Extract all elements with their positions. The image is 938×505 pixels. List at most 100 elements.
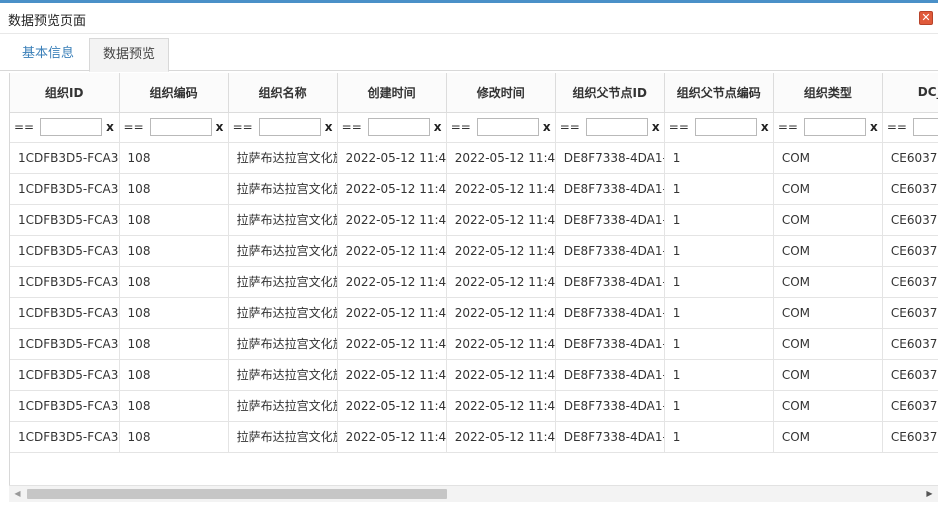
table-cell: 1 <box>664 266 774 298</box>
horizontal-scrollbar[interactable]: ◀ ▶ <box>9 485 938 502</box>
close-icon[interactable]: ✕ <box>919 11 933 25</box>
filter-input[interactable] <box>803 118 866 136</box>
table-cell: 1 <box>664 297 774 329</box>
table-cell: 拉萨布达拉宫文化旅游 <box>228 390 338 422</box>
table-cell: 1 <box>664 328 774 360</box>
table-cell: CE6037E <box>882 235 938 267</box>
table-cell: 1 <box>664 204 774 236</box>
filter-clear-button[interactable]: x <box>214 120 226 134</box>
filter-operator: == <box>232 120 253 134</box>
table-cell: COM <box>773 142 883 174</box>
filter-cell: == x <box>228 112 338 143</box>
window-title: 数据预览页面 <box>8 14 87 29</box>
filter-clear-button[interactable]: x <box>541 120 553 134</box>
filter-input[interactable] <box>40 118 102 136</box>
table-cell: COM <box>773 421 883 453</box>
filter-operator: == <box>14 120 35 134</box>
table-cell: COM <box>773 204 883 236</box>
table-row[interactable]: 1CDFB3D5-FCA3-4108拉萨布达拉宫文化旅游2022-05-12 1… <box>10 390 938 422</box>
table-row[interactable]: 1CDFB3D5-FCA3-4108拉萨布达拉宫文化旅游2022-05-12 1… <box>10 204 938 236</box>
table-cell: 1 <box>664 142 774 174</box>
table-cell: 1CDFB3D5-FCA3-4 <box>10 359 120 391</box>
filter-input[interactable] <box>258 118 321 136</box>
column-header[interactable]: 组织类型 <box>773 73 883 113</box>
table-cell: 拉萨布达拉宫文化旅游 <box>228 328 338 360</box>
table-cell: COM <box>773 359 883 391</box>
table-cell: 2022-05-12 11:45 <box>337 328 447 360</box>
scrollbar-thumb[interactable] <box>27 489 447 499</box>
filter-cell: == x <box>119 112 229 143</box>
table-cell: COM <box>773 266 883 298</box>
filter-cell: == x <box>773 112 883 143</box>
arrow-right-icon[interactable]: ▶ <box>921 486 938 502</box>
filter-input[interactable] <box>585 118 648 136</box>
filter-clear-button[interactable]: x <box>868 120 880 134</box>
table-cell: 2022-05-12 11:45 <box>337 204 447 236</box>
filter-input[interactable] <box>149 118 212 136</box>
table-cell: 2022-05-12 11:45 <box>446 204 556 236</box>
table-cell: DE8F7338-4DA1-4 <box>555 235 665 267</box>
table-cell: 1 <box>664 421 774 453</box>
table-cell: 1CDFB3D5-FCA3-4 <box>10 297 120 329</box>
table-cell: CE6037E <box>882 421 938 453</box>
table-cell: CE6037E <box>882 266 938 298</box>
table-row[interactable]: 1CDFB3D5-FCA3-4108拉萨布达拉宫文化旅游2022-05-12 1… <box>10 142 938 174</box>
tab-basic-info[interactable]: 基本信息 <box>8 38 88 71</box>
table-cell: 2022-05-12 11:45 <box>337 173 447 205</box>
column-header[interactable]: DC_BI <box>882 73 938 113</box>
table-row[interactable]: 1CDFB3D5-FCA3-4108拉萨布达拉宫文化旅游2022-05-12 1… <box>10 421 938 453</box>
table-cell: 拉萨布达拉宫文化旅游 <box>228 142 338 174</box>
column-header[interactable]: 组织ID <box>10 73 120 113</box>
filter-clear-button[interactable]: x <box>104 120 116 134</box>
column-header[interactable]: 组织父节点编码 <box>664 73 774 113</box>
table-cell: CE6037E <box>882 204 938 236</box>
table-row[interactable]: 1CDFB3D5-FCA3-4108拉萨布达拉宫文化旅游2022-05-12 1… <box>10 173 938 205</box>
table-cell: 2022-05-12 11:45 <box>337 359 447 391</box>
table-cell: 108 <box>119 297 229 329</box>
filter-input[interactable] <box>694 118 757 136</box>
filter-clear-button[interactable]: x <box>650 120 662 134</box>
table-cell: COM <box>773 390 883 422</box>
filter-input[interactable] <box>476 118 539 136</box>
filter-cell: == x <box>337 112 447 143</box>
table-cell: DE8F7338-4DA1-4 <box>555 421 665 453</box>
table-row[interactable]: 1CDFB3D5-FCA3-4108拉萨布达拉宫文化旅游2022-05-12 1… <box>10 328 938 360</box>
filter-clear-button[interactable]: x <box>759 120 771 134</box>
table-row[interactable]: 1CDFB3D5-FCA3-4108拉萨布达拉宫文化旅游2022-05-12 1… <box>10 235 938 267</box>
filter-operator: == <box>886 120 907 134</box>
filter-operator: == <box>450 120 471 134</box>
table-row[interactable]: 1CDFB3D5-FCA3-4108拉萨布达拉宫文化旅游2022-05-12 1… <box>10 266 938 298</box>
column-header[interactable]: 组织编码 <box>119 73 229 113</box>
table-cell: 拉萨布达拉宫文化旅游 <box>228 297 338 329</box>
window-title-bar: 数据预览页面 ✕ <box>0 3 938 34</box>
column-header[interactable]: 组织名称 <box>228 73 338 113</box>
column-header[interactable]: 修改时间 <box>446 73 556 113</box>
table-cell: COM <box>773 328 883 360</box>
table-cell: CE6037E <box>882 173 938 205</box>
table-cell: 2022-05-12 11:45 <box>446 359 556 391</box>
table-cell: 1CDFB3D5-FCA3-4 <box>10 142 120 174</box>
arrow-left-icon[interactable]: ◀ <box>9 486 26 502</box>
column-header[interactable]: 组织父节点ID <box>555 73 665 113</box>
filter-input[interactable] <box>367 118 430 136</box>
tab-data-preview[interactable]: 数据预览 <box>89 38 169 72</box>
table-cell: COM <box>773 235 883 267</box>
table-row[interactable]: 1CDFB3D5-FCA3-4108拉萨布达拉宫文化旅游2022-05-12 1… <box>10 359 938 391</box>
column-header[interactable]: 创建时间 <box>337 73 447 113</box>
filter-cell: == x <box>664 112 774 143</box>
filter-operator: == <box>559 120 580 134</box>
filter-input[interactable] <box>912 118 938 136</box>
table-cell: 2022-05-12 11:45 <box>337 142 447 174</box>
filter-clear-button[interactable]: x <box>432 120 444 134</box>
filter-cell: == x <box>555 112 665 143</box>
table-cell: CE6037E <box>882 390 938 422</box>
table-cell: 2022-05-12 11:45 <box>446 173 556 205</box>
table-cell: 108 <box>119 390 229 422</box>
table-cell: 108 <box>119 142 229 174</box>
filter-clear-button[interactable]: x <box>323 120 335 134</box>
table-cell: 108 <box>119 421 229 453</box>
table-cell: CE6037E <box>882 142 938 174</box>
table-row[interactable]: 1CDFB3D5-FCA3-4108拉萨布达拉宫文化旅游2022-05-12 1… <box>10 297 938 329</box>
table-cell: 1 <box>664 235 774 267</box>
table-cell: DE8F7338-4DA1-4 <box>555 266 665 298</box>
